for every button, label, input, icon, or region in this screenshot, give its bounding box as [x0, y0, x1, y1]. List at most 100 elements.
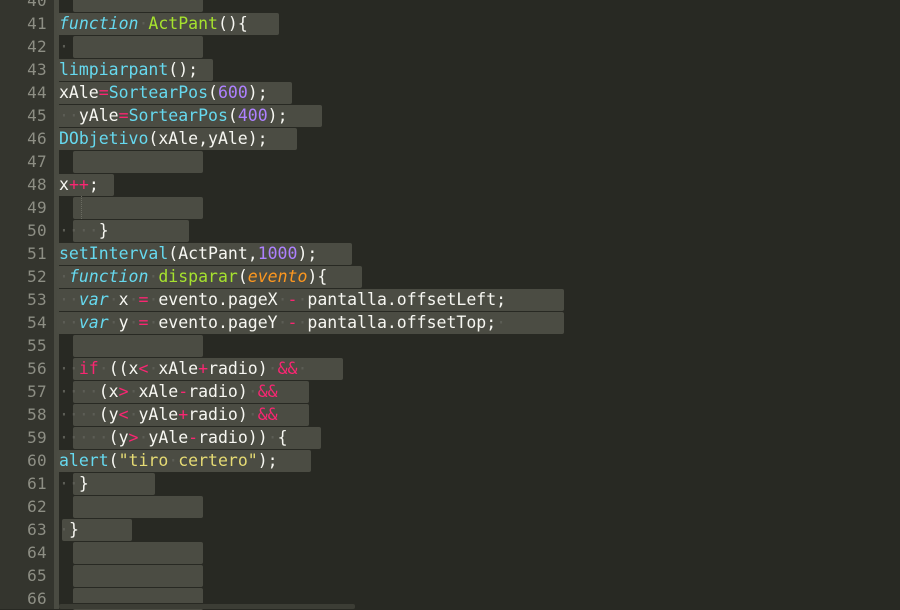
code-line[interactable]: 57 ····(x>·xAle-radio)·&&: [0, 380, 900, 403]
code-line[interactable]: 55: [0, 334, 900, 357]
code-token: ··: [59, 313, 79, 332]
code-line[interactable]: 41 function·ActPant(){: [0, 12, 900, 35]
code-line[interactable]: 48 x++;: [0, 173, 900, 196]
code-lines-container[interactable]: 40 41 function·ActPant(){ 42 · 43 limpiarpant(…: [0, 0, 900, 610]
code-token: ·: [138, 428, 149, 447]
code-token: +: [178, 405, 189, 424]
code-text[interactable]: ····}: [59, 219, 109, 242]
code-text[interactable]: ··yAle=SortearPos(400);: [59, 104, 288, 127]
code-text[interactable]: ·: [59, 35, 69, 58]
code-text[interactable]: ····(y<·yAle+radio)·&&: [59, 403, 278, 426]
horizontal-scrollbar-thumb[interactable]: [59, 604, 355, 609]
selection-highlight: [73, 335, 203, 357]
code-line[interactable]: 54 ··var·y·=·evento.pageY·-·pantalla.offs…: [0, 311, 900, 334]
code-line[interactable]: 46 DObjetivo(xAle,yAle);: [0, 127, 900, 150]
code-text[interactable]: function·ActPant(){: [59, 12, 248, 35]
code-token: ·: [128, 382, 139, 401]
line-number: 43: [27, 60, 47, 79]
code-token: function: [59, 14, 139, 33]
code-token: ;: [88, 175, 99, 194]
code-token: ·: [277, 313, 288, 332]
code-text[interactable]: ··var·x·=·evento.pageX·-·pantalla.offset…: [59, 288, 506, 311]
code-token: =: [138, 290, 149, 309]
code-editor[interactable]: 40 41 function·ActPant(){ 42 · 43 limpiarpant(…: [0, 0, 900, 610]
code-token: evento: [247, 267, 308, 286]
code-token: if: [78, 359, 99, 378]
code-text[interactable]: ·}: [59, 518, 79, 541]
code-token: x: [118, 290, 129, 309]
code-line[interactable]: 56 ··if·((x<·xAle+radio)·&&·: [0, 357, 900, 380]
code-token: =: [118, 106, 129, 125]
code-text[interactable]: ····(x>·xAle-radio)·&&: [59, 380, 278, 403]
code-line[interactable]: 51 setInterval(ActPant,1000);: [0, 242, 900, 265]
code-text[interactable]: alert("tiro·certero");: [59, 449, 278, 472]
code-line[interactable]: 40: [0, 0, 900, 12]
code-line[interactable]: 44 xAle=SortearPos(600);: [0, 81, 900, 104]
code-line[interactable]: 47: [0, 150, 900, 173]
code-token: xAle: [158, 359, 199, 378]
code-token: 1000: [257, 244, 298, 263]
code-token: <: [138, 359, 149, 378]
code-token: (){: [217, 14, 248, 33]
line-number: 48: [27, 175, 47, 194]
code-line[interactable]: 61 ··}: [0, 472, 900, 495]
code-line[interactable]: 58 ····(y<·yAle+radio)·&&: [0, 403, 900, 426]
code-token: ·: [496, 313, 507, 332]
code-token: ·: [108, 290, 119, 309]
line-number: 40: [27, 0, 47, 10]
code-token: ·: [297, 313, 308, 332]
code-token: certero": [178, 451, 258, 470]
code-line[interactable]: 60 alert("tiro·certero");: [0, 449, 900, 472]
code-token: );: [267, 106, 288, 125]
code-token: ·: [59, 267, 69, 286]
line-number: 66: [27, 589, 47, 608]
line-number: 42: [27, 37, 47, 56]
code-token: ·: [148, 313, 159, 332]
code-text[interactable]: ·····(y>·yAle-radio))·{: [59, 426, 288, 449]
code-text[interactable]: xAle=SortearPos(600);: [59, 81, 268, 104]
code-line[interactable]: 65: [0, 564, 900, 587]
line-number: 51: [27, 244, 47, 263]
code-token: ·: [128, 313, 139, 332]
code-token: );: [297, 244, 318, 263]
code-line[interactable]: 52 ·function·disparar(evento){: [0, 265, 900, 288]
code-token: pantalla.offsetTop;: [307, 313, 497, 332]
code-text[interactable]: x++;: [59, 173, 99, 196]
code-text[interactable]: ·function·disparar(evento){: [59, 265, 327, 288]
code-token: ·: [297, 359, 308, 378]
code-line[interactable]: 45 ··yAle=SortearPos(400);: [0, 104, 900, 127]
code-text[interactable]: ··if·((x<·xAle+radio)·&&·: [59, 357, 307, 380]
code-token: ·: [138, 14, 149, 33]
code-text[interactable]: limpiarpant();: [59, 58, 198, 81]
code-token: SortearPos: [128, 106, 228, 125]
code-token: =: [98, 83, 109, 102]
code-text[interactable]: ··var·y·=·evento.pageY·-·pantalla.offset…: [59, 311, 506, 334]
line-number: 60: [27, 451, 47, 470]
horizontal-scrollbar-track[interactable]: [59, 603, 900, 609]
code-token: -: [188, 428, 199, 447]
line-number: 47: [27, 152, 47, 171]
code-token: (y: [108, 428, 129, 447]
code-line[interactable]: 50 ····}: [0, 219, 900, 242]
code-line[interactable]: 43 limpiarpant();: [0, 58, 900, 81]
code-text[interactable]: setInterval(ActPant,1000);: [59, 242, 317, 265]
code-line[interactable]: 49: [0, 196, 900, 219]
code-token: ++: [68, 175, 89, 194]
selection-highlight: [73, 151, 203, 173]
code-line[interactable]: 62: [0, 495, 900, 518]
code-text[interactable]: ··}: [59, 472, 89, 495]
code-token: &&: [277, 359, 298, 378]
code-line[interactable]: 59 ·····(y>·yAle-radio))·{: [0, 426, 900, 449]
code-line[interactable]: 53 ··var·x·=·evento.pageX·-·pantalla.offs…: [0, 288, 900, 311]
code-line[interactable]: 42 ·: [0, 35, 900, 58]
code-token: 400: [237, 106, 268, 125]
code-line[interactable]: 63 ·}: [0, 518, 900, 541]
code-token: x: [59, 175, 69, 194]
code-token: var: [78, 313, 109, 332]
code-token: (: [227, 106, 238, 125]
code-token: 600: [217, 83, 248, 102]
code-token: var: [78, 290, 109, 309]
code-line[interactable]: 64: [0, 541, 900, 564]
code-text[interactable]: DObjetivo(xAle,yAle);: [59, 127, 268, 150]
line-number: 41: [27, 14, 47, 33]
